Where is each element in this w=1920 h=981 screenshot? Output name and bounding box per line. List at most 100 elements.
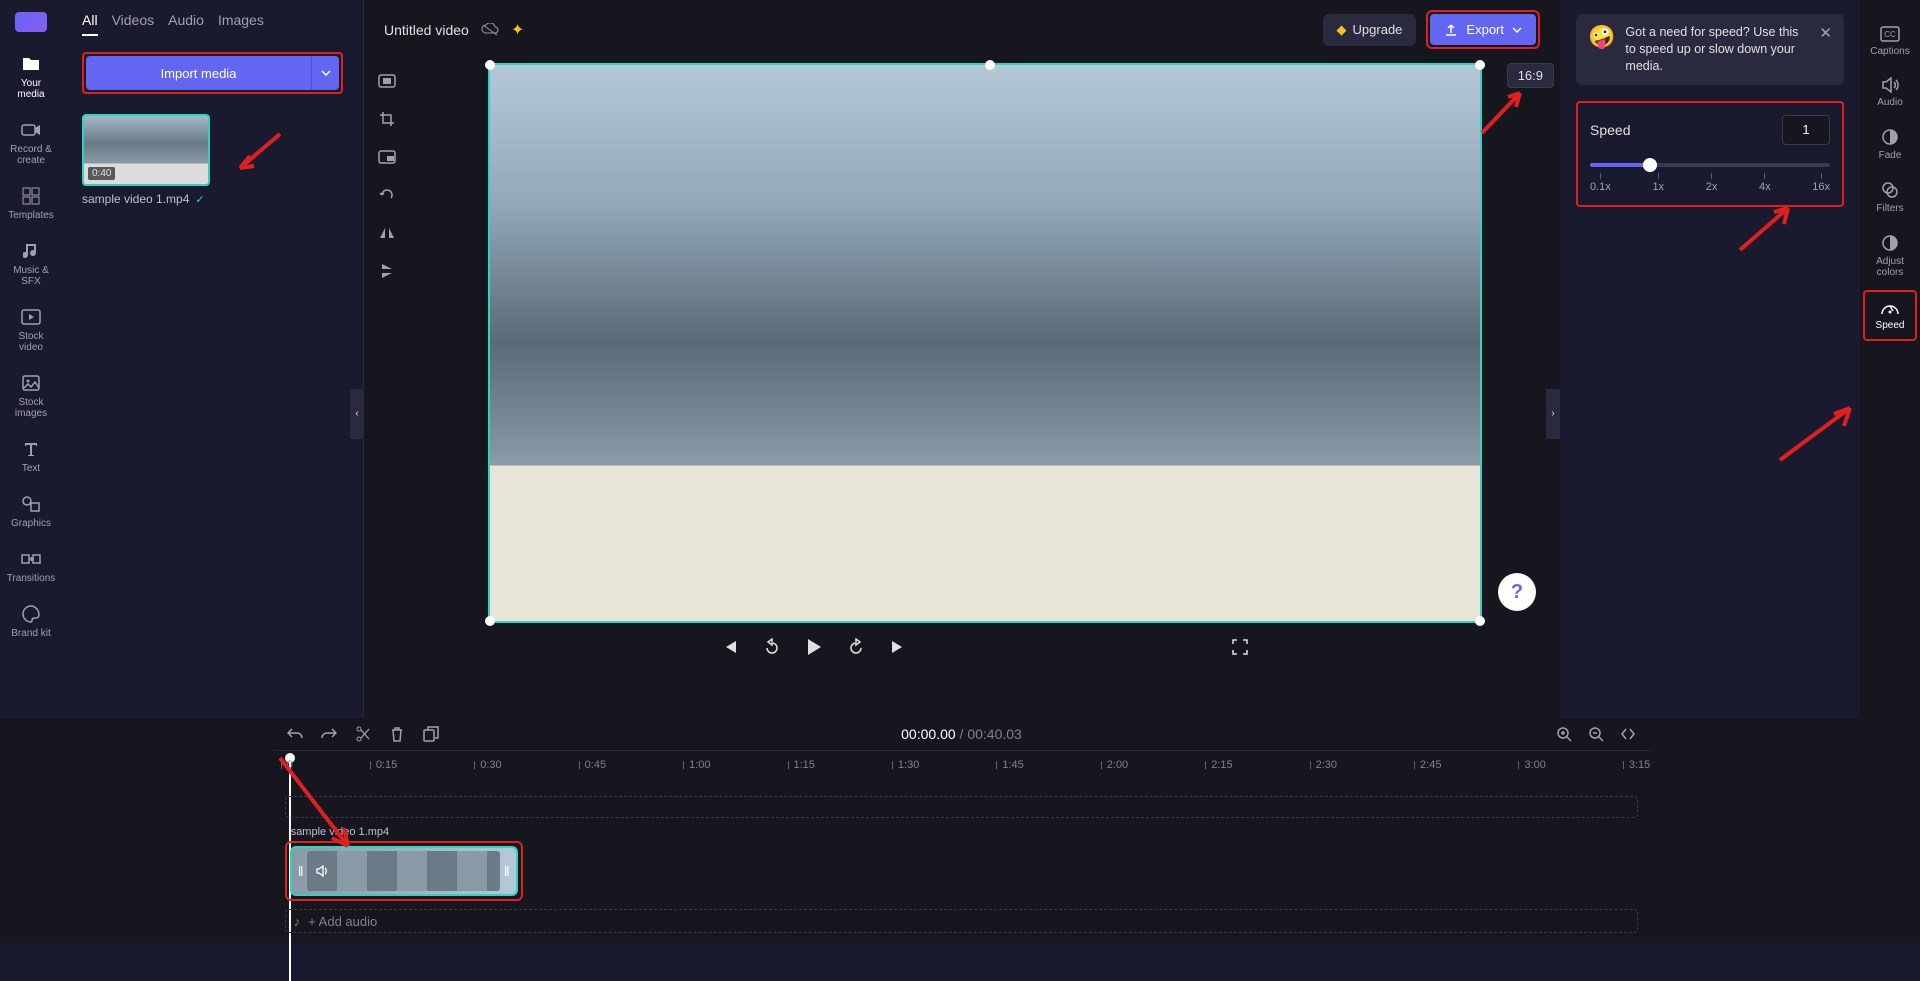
upgrade-button[interactable]: ◆ Upgrade: [1323, 14, 1417, 46]
ruler-mark: 0:45: [585, 759, 606, 771]
help-button[interactable]: ?: [1498, 573, 1536, 611]
media-panel: All Videos Audio Images Import media 0:4…: [62, 0, 364, 718]
play-button[interactable]: [800, 633, 828, 661]
zoom-out-button[interactable]: [1586, 724, 1606, 744]
nav-graphics[interactable]: Graphics: [3, 486, 59, 537]
skip-back-button[interactable]: [716, 633, 744, 661]
nav-label: Speed: [1876, 320, 1905, 331]
nav-stock-video[interactable]: Stock video: [3, 299, 59, 361]
nav-brand-kit[interactable]: Brand kit: [3, 596, 59, 647]
tick-label: 0.1x: [1590, 181, 1611, 193]
folder-icon: [21, 54, 41, 74]
redo-button[interactable]: [319, 724, 339, 744]
media-item[interactable]: 0:40 sample video 1.mp4 ✓: [82, 114, 210, 206]
nav-label: Stock images: [7, 397, 55, 419]
tab-videos[interactable]: Videos: [112, 12, 155, 36]
chevron-down-icon: [1512, 27, 1522, 33]
nav-text[interactable]: Text: [3, 431, 59, 482]
project-title[interactable]: Untitled video: [384, 22, 469, 38]
nav-templates[interactable]: Templates: [3, 178, 59, 229]
nav-stock-images[interactable]: Stock images: [3, 365, 59, 427]
nav-your-media[interactable]: Your media: [3, 46, 59, 108]
resize-handle[interactable]: [1475, 60, 1485, 70]
collapse-right-button[interactable]: ›: [1546, 389, 1560, 439]
export-label: Export: [1466, 22, 1504, 37]
collapse-left-button[interactable]: ‹: [350, 389, 364, 439]
resize-handle[interactable]: [1475, 616, 1485, 626]
delete-button[interactable]: [387, 724, 407, 744]
nav-captions[interactable]: CC Captions: [1863, 18, 1917, 65]
rewind-button[interactable]: [758, 633, 786, 661]
timeline-toolbar: 00:00.00 / 00:40.03: [273, 718, 1651, 750]
resize-handle[interactable]: [985, 60, 995, 70]
upgrade-label: Upgrade: [1353, 22, 1403, 37]
import-media-button[interactable]: Import media: [86, 56, 311, 90]
tip-box: 🤪 Got a need for speed? Use this to spee…: [1576, 14, 1844, 85]
palette-icon: [21, 604, 41, 624]
tick-label: 16x: [1812, 181, 1830, 193]
import-dropdown[interactable]: [311, 56, 339, 90]
left-sidebar: Your media Record & create Templates Mus…: [0, 0, 62, 718]
resize-handle[interactable]: [485, 616, 495, 626]
nav-label: Music & SFX: [7, 265, 55, 287]
forward-button[interactable]: [842, 633, 870, 661]
rotate-tool[interactable]: [373, 181, 401, 209]
app-logo[interactable]: [15, 12, 47, 32]
timeline-ruler[interactable]: 0 0:15 0:30 0:45 1:00 1:15 1:30 1:45 2:0…: [273, 750, 1651, 786]
nav-transitions[interactable]: Transitions: [3, 541, 59, 592]
speedometer-icon: [1880, 300, 1900, 316]
timeline-panel: 00:00.00 / 00:40.03 0 0:15 0:30 0:45 1:0…: [0, 718, 1920, 943]
tab-images[interactable]: Images: [218, 12, 264, 36]
tab-audio[interactable]: Audio: [168, 12, 204, 36]
clip-handle-right[interactable]: ‖: [504, 863, 510, 879]
zoom-fit-button[interactable]: [1618, 724, 1638, 744]
undo-button[interactable]: [285, 724, 305, 744]
split-button[interactable]: [353, 724, 373, 744]
music-icon: [21, 241, 41, 261]
preview-canvas[interactable]: [488, 63, 1482, 623]
media-tabs: All Videos Audio Images: [62, 0, 363, 44]
empty-track[interactable]: [285, 796, 1639, 818]
tab-all[interactable]: All: [82, 12, 98, 36]
nav-label: Text: [22, 463, 40, 474]
add-audio-track[interactable]: ♪ + Add audio: [285, 909, 1639, 933]
ruler-mark: 0:30: [480, 759, 501, 771]
resize-handle[interactable]: [485, 60, 495, 70]
skip-fwd-button[interactable]: [884, 633, 912, 661]
nav-adjust-colors[interactable]: Adjust colors: [1863, 226, 1917, 286]
video-clip[interactable]: ‖ ‖: [290, 846, 518, 896]
zoom-in-button[interactable]: [1554, 724, 1574, 744]
fullscreen-button[interactable]: [1226, 633, 1254, 661]
filters-icon: [1881, 181, 1899, 199]
nav-filters[interactable]: Filters: [1863, 173, 1917, 222]
header: Untitled video ✦ ◆ Upgrade Export: [364, 0, 1560, 59]
close-icon[interactable]: ✕: [1819, 24, 1832, 42]
clip-name: sample video 1.mp4: [285, 826, 1639, 838]
flip-v-tool[interactable]: [373, 257, 401, 285]
duplicate-button[interactable]: [421, 724, 441, 744]
nav-speed[interactable]: Speed: [1863, 290, 1917, 341]
slider-thumb[interactable]: [1643, 158, 1657, 172]
speed-input[interactable]: [1782, 115, 1830, 145]
volume-icon[interactable]: [316, 865, 330, 877]
media-thumbnail[interactable]: 0:40: [82, 114, 210, 186]
flip-h-tool[interactable]: [373, 219, 401, 247]
ruler-mark: 1:00: [689, 759, 710, 771]
fill-tool[interactable]: [373, 67, 401, 95]
speed-section: Speed 0.1x 1x 2x 4x 16x: [1576, 101, 1844, 207]
crop-tool[interactable]: [373, 105, 401, 133]
nav-audio[interactable]: Audio: [1863, 69, 1917, 116]
export-button[interactable]: Export: [1430, 14, 1536, 45]
tick-label: 1x: [1652, 181, 1664, 193]
music-note-icon: ♪: [294, 914, 301, 929]
pip-tool[interactable]: [373, 143, 401, 171]
clip-handle-left[interactable]: ‖: [298, 863, 304, 879]
speed-slider[interactable]: 0.1x 1x 2x 4x 16x: [1590, 159, 1830, 193]
center-panel: Untitled video ✦ ◆ Upgrade Export: [364, 0, 1560, 718]
nav-record[interactable]: Record & create: [3, 112, 59, 174]
ruler-mark: 1:15: [794, 759, 815, 771]
aspect-ratio-selector[interactable]: 16:9: [1507, 63, 1554, 88]
nav-fade[interactable]: Fade: [1863, 120, 1917, 169]
templates-icon: [21, 186, 41, 206]
nav-music[interactable]: Music & SFX: [3, 233, 59, 295]
